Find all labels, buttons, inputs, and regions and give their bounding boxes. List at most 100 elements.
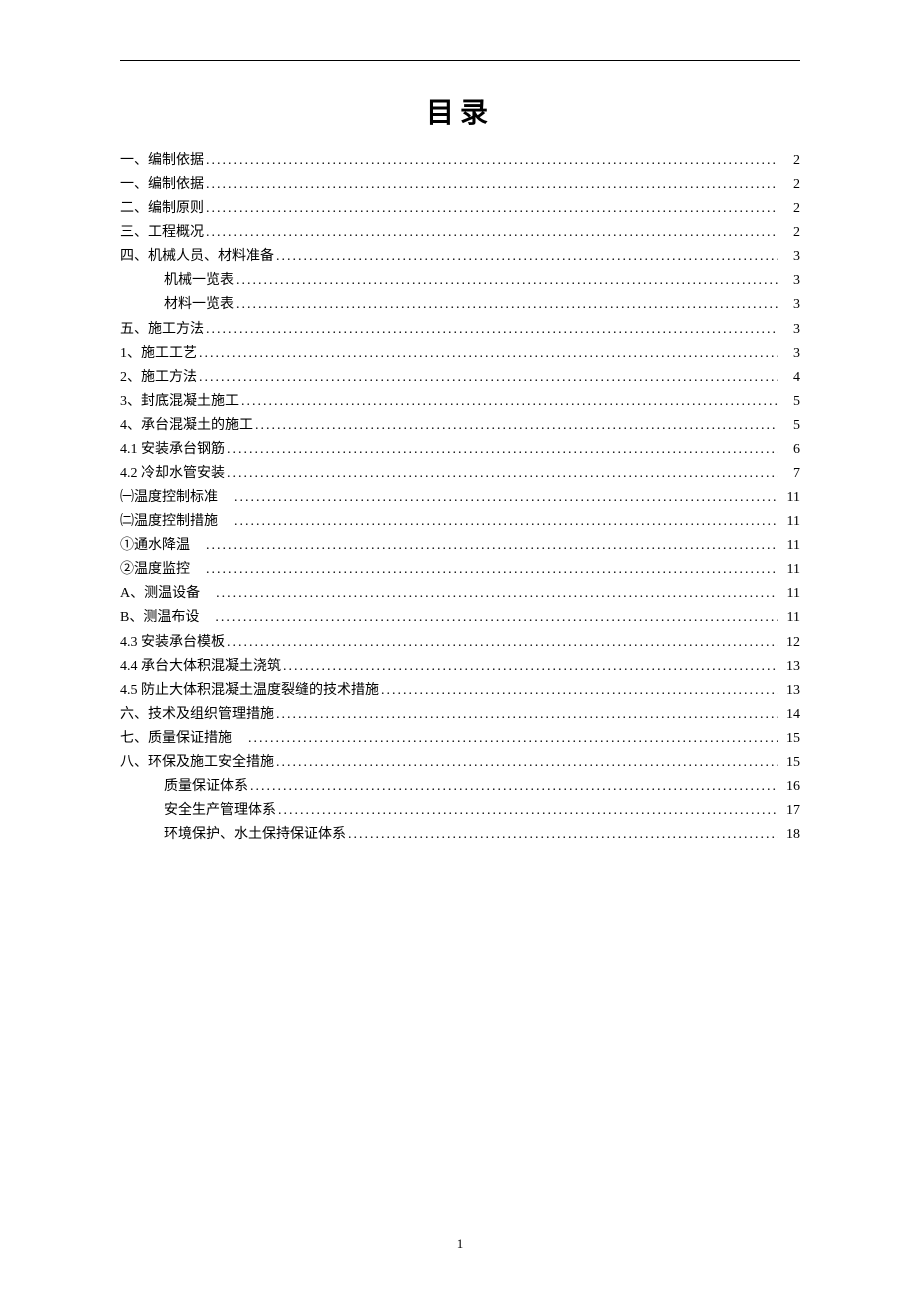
toc-label: B、测温布设 [120, 606, 213, 630]
toc-entry: ㈠温度控制标准 11 [120, 486, 800, 510]
toc-entry: 三、工程概况 2 [120, 221, 800, 245]
page-number: 1 [0, 1236, 920, 1252]
toc-label: ㈠温度控制标准 [120, 486, 232, 510]
toc-leader-dots [227, 438, 778, 462]
toc-page: 3 [780, 318, 800, 342]
toc-entry: A、测温设备 11 [120, 582, 800, 606]
toc-label: 八、环保及施工安全措施 [120, 751, 274, 775]
toc-page: 16 [780, 775, 800, 799]
toc-page: 3 [780, 269, 800, 293]
toc-leader-dots [206, 558, 778, 582]
toc-entry: 一、编制依据2 [120, 173, 800, 197]
toc-label: 六、技术及组织管理措施 [120, 703, 274, 727]
toc-entry: ①通水降温 11 [120, 534, 800, 558]
toc-entry: 4、承台混凝土的施工 5 [120, 414, 800, 438]
toc-entry: 环境保护、水土保持保证体系 18 [120, 823, 800, 847]
toc-page: 13 [780, 655, 800, 679]
toc-entry: 五、施工方法3 [120, 318, 800, 342]
toc-label: 4.1 安装承台钢筋 [120, 438, 225, 462]
toc-page: 3 [780, 245, 800, 269]
toc-entry: 安全生产管理体系17 [120, 799, 800, 823]
toc-label: 4、承台混凝土的施工 [120, 414, 253, 438]
toc-label: 4.4 承台大体积混凝土浇筑 [120, 655, 281, 679]
toc-label: 环境保护、水土保持保证体系 [164, 823, 346, 847]
toc-label: ①通水降温 [120, 534, 204, 558]
toc-leader-dots [199, 342, 778, 366]
toc-label: 4.3 安装承台模板 [120, 631, 225, 655]
toc-page: 3 [780, 293, 800, 317]
toc-label: 机械一览表 [164, 269, 234, 293]
toc-entry: ㈡温度控制措施 11 [120, 510, 800, 534]
toc-leader-dots [236, 293, 778, 317]
toc-entry: 4.1 安装承台钢筋 6 [120, 438, 800, 462]
toc-label: A、测温设备 [120, 582, 214, 606]
toc-page: 2 [780, 197, 800, 221]
toc-entry: 4.5 防止大体积混凝土温度裂缝的技术措施 13 [120, 679, 800, 703]
toc-leader-dots [348, 823, 778, 847]
toc-leader-dots [206, 221, 778, 245]
toc-page: 17 [780, 799, 800, 823]
toc-page: 11 [780, 582, 800, 606]
toc-leader-dots [215, 606, 778, 630]
toc-leader-dots [236, 269, 778, 293]
toc-page: 2 [780, 221, 800, 245]
toc-entry: 四、机械人员、材料准备 3 [120, 245, 800, 269]
toc-entry: 材料一览表3 [120, 293, 800, 317]
toc-page: 5 [780, 414, 800, 438]
toc-label: 一、编制依据 [120, 149, 204, 173]
toc-entry: 4.4 承台大体积混凝土浇筑 13 [120, 655, 800, 679]
toc-entry: 3、封底混凝土施工 5 [120, 390, 800, 414]
toc-page: 5 [780, 390, 800, 414]
toc-page: 2 [780, 149, 800, 173]
toc-entry: 二、编制原则2 [120, 197, 800, 221]
toc-entry: 4.2 冷却水管安装 7 [120, 462, 800, 486]
toc-label: ②温度监控 [120, 558, 204, 582]
toc-page: 4 [780, 366, 800, 390]
toc-page: 11 [780, 606, 800, 630]
toc-label: 三、工程概况 [120, 221, 204, 245]
toc-page: 3 [780, 342, 800, 366]
toc-label: 一、编制依据 [120, 173, 204, 197]
toc-page: 11 [780, 534, 800, 558]
toc-entry: 1、施工工艺 3 [120, 342, 800, 366]
header-divider [120, 60, 800, 61]
toc-label: 1、施工工艺 [120, 342, 197, 366]
toc-page: 13 [780, 679, 800, 703]
toc-leader-dots [234, 486, 778, 510]
toc-page: 18 [780, 823, 800, 847]
toc-leader-dots [206, 197, 778, 221]
toc-leader-dots [206, 173, 778, 197]
toc-leader-dots [255, 414, 778, 438]
toc-label: 4.5 防止大体积混凝土温度裂缝的技术措施 [120, 679, 379, 703]
toc-label: 3、封底混凝土施工 [120, 390, 239, 414]
toc-page: 11 [780, 510, 800, 534]
toc-entry: ②温度监控 11 [120, 558, 800, 582]
toc-entry: 质量保证体系16 [120, 775, 800, 799]
toc-page: 12 [780, 631, 800, 655]
toc-page: 14 [780, 703, 800, 727]
toc-page: 11 [780, 558, 800, 582]
toc-leader-dots [248, 727, 778, 751]
toc-leader-dots [283, 655, 778, 679]
toc-leader-dots [206, 149, 778, 173]
table-of-contents: 一、编制依据2 一、编制依据2 二、编制原则2 三、工程概况2 四、机械人员、材… [120, 149, 800, 847]
toc-leader-dots [276, 751, 778, 775]
toc-label: 四、机械人员、材料准备 [120, 245, 274, 269]
toc-leader-dots [276, 703, 778, 727]
toc-entry: 七、质量保证措施 15 [120, 727, 800, 751]
toc-label: 2、施工方法 [120, 366, 197, 390]
toc-entry: 机械一览表 3 [120, 269, 800, 293]
toc-leader-dots [381, 679, 778, 703]
toc-leader-dots [227, 462, 778, 486]
toc-title: 目录 [120, 91, 800, 131]
toc-leader-dots [199, 366, 778, 390]
toc-page: 7 [780, 462, 800, 486]
toc-leader-dots [227, 631, 778, 655]
toc-page: 6 [780, 438, 800, 462]
toc-leader-dots [276, 245, 778, 269]
toc-page: 15 [780, 727, 800, 751]
toc-page: 15 [780, 751, 800, 775]
toc-leader-dots [216, 582, 778, 606]
toc-leader-dots [250, 775, 778, 799]
toc-label: 4.2 冷却水管安装 [120, 462, 225, 486]
